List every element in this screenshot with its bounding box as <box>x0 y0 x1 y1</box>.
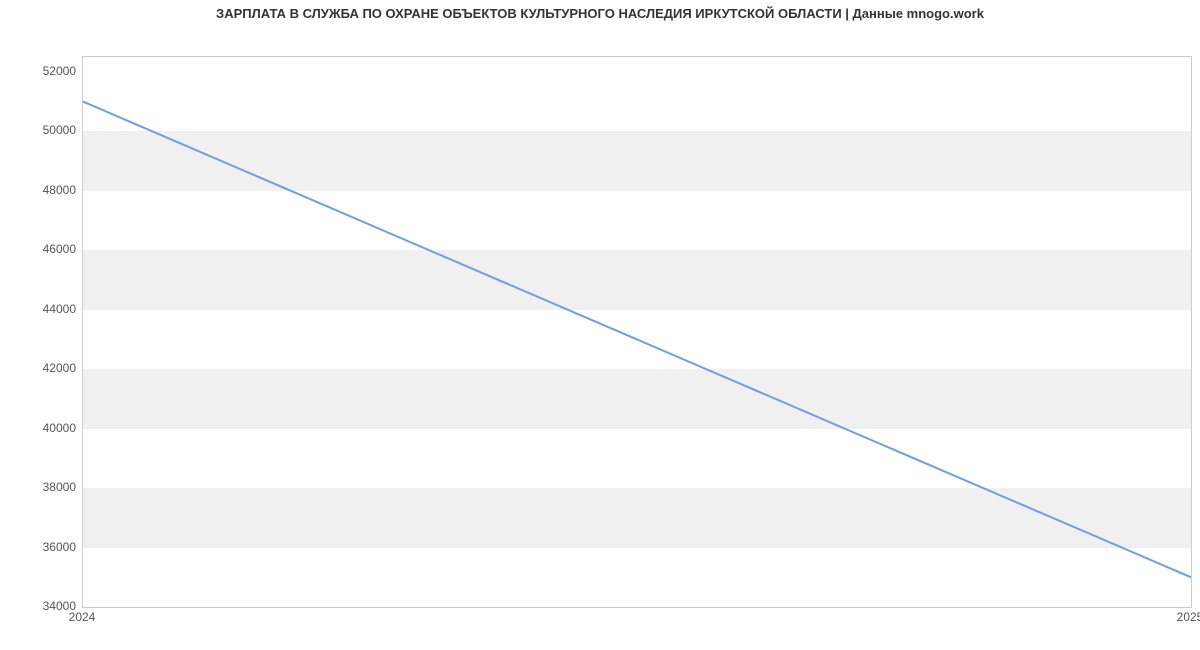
y-tick-label: 36000 <box>16 540 76 554</box>
y-tick-label: 40000 <box>16 421 76 435</box>
data-line <box>83 57 1191 607</box>
series-line <box>83 102 1191 578</box>
x-tick-label: 2025 <box>1177 610 1200 624</box>
chart-container: ЗАРПЛАТА В СЛУЖБА ПО ОХРАНЕ ОБЪЕКТОВ КУЛ… <box>0 0 1200 650</box>
y-tick-label: 38000 <box>16 480 76 494</box>
y-tick-label: 50000 <box>16 123 76 137</box>
y-tick-label: 46000 <box>16 242 76 256</box>
y-tick-label: 52000 <box>16 64 76 78</box>
plot-area <box>82 56 1192 608</box>
chart-title: ЗАРПЛАТА В СЛУЖБА ПО ОХРАНЕ ОБЪЕКТОВ КУЛ… <box>0 6 1200 21</box>
x-tick-label: 2024 <box>69 610 96 624</box>
y-tick-label: 48000 <box>16 183 76 197</box>
y-tick-label: 42000 <box>16 361 76 375</box>
y-tick-label: 34000 <box>16 599 76 613</box>
y-tick-label: 44000 <box>16 302 76 316</box>
